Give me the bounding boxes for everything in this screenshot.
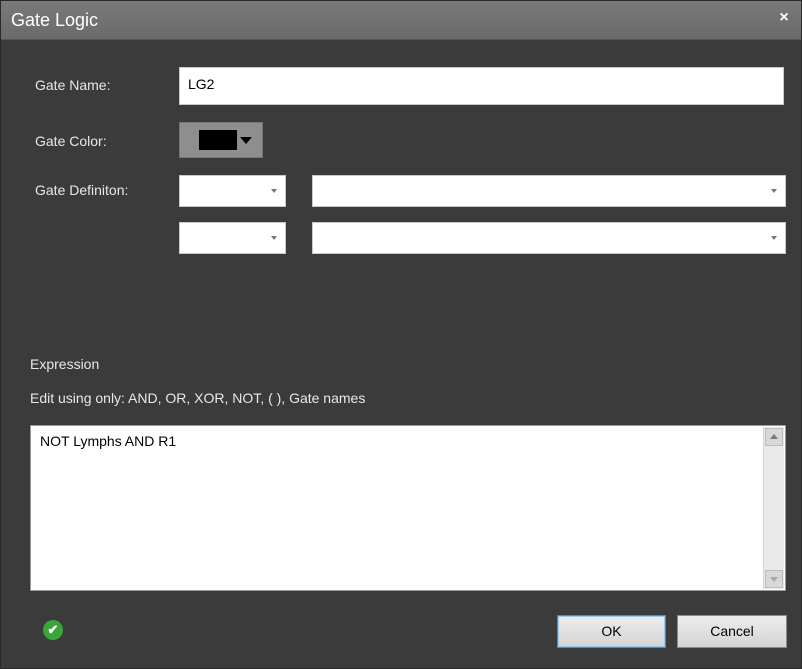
scroll-up-icon[interactable] [765,428,783,446]
expression-text: NOT Lymphs AND R1 [40,433,177,449]
scroll-down-icon[interactable] [765,570,783,588]
gate-logic-dialog: Gate Logic × Gate Name: LG2 Gate Color: … [0,0,802,669]
cancel-button[interactable]: Cancel [677,615,787,648]
expression-textarea[interactable]: NOT Lymphs AND R1 [30,425,786,591]
gate-definition-operator-1[interactable] [179,175,286,207]
expression-hint: Edit using only: AND, OR, XOR, NOT, ( ),… [30,390,366,406]
gate-color-picker[interactable] [179,122,263,158]
chevron-down-icon [271,236,277,240]
gate-name-input[interactable]: LG2 [179,67,784,105]
gate-name-label: Gate Name: [35,77,111,93]
gate-definition-operator-2[interactable] [179,222,286,254]
color-swatch [199,130,237,150]
dialog-title: Gate Logic [11,10,99,30]
chevron-down-icon [771,236,777,240]
gate-definition-gate-2[interactable] [312,222,786,254]
chevron-down-icon [771,189,777,193]
chevron-down-icon [240,137,252,144]
gate-color-label: Gate Color: [35,133,107,149]
gate-definition-gate-1[interactable] [312,175,786,207]
gate-definition-label: Gate Definiton: [35,182,129,198]
ok-button[interactable]: OK [557,615,666,648]
title-bar[interactable]: Gate Logic × [1,1,801,40]
check-circle-icon: ✔ [43,620,63,640]
expression-heading: Expression [30,356,100,372]
chevron-down-icon [271,189,277,193]
close-icon[interactable]: × [775,9,793,27]
expression-scrollbar[interactable] [763,427,784,589]
